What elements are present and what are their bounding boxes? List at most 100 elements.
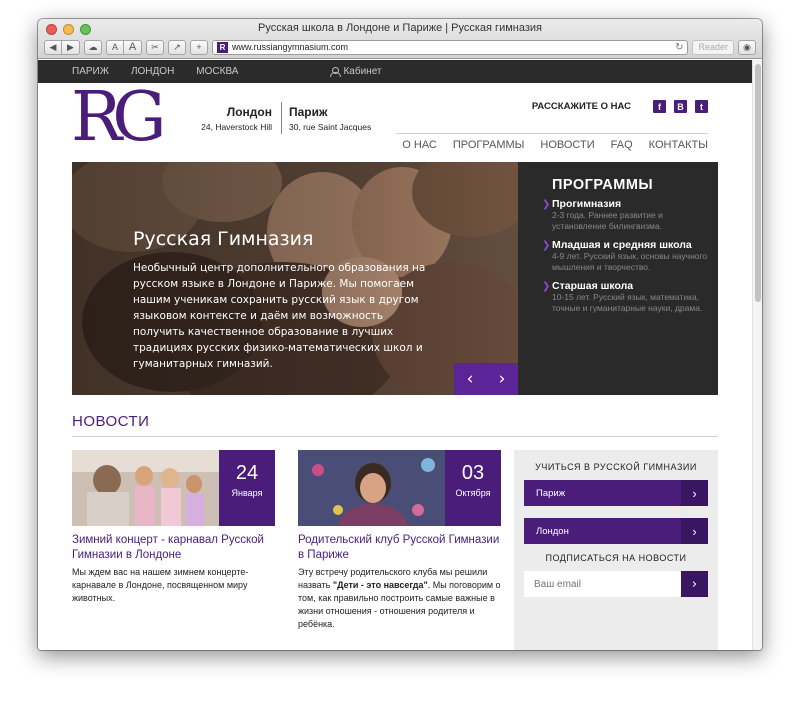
cabinet-label: Кабинет (343, 66, 382, 77)
cabinet-link[interactable]: Кабинет (330, 66, 382, 77)
study-heading: УЧИТЬСЯ В РУССКОЙ ГИМНАЗИИ (535, 462, 697, 472)
news-text: Мы ждем вас на нашем зимнем концерте-кар… (72, 567, 249, 603)
desktop: Русская школа в Лондоне и Париже | Русск… (0, 0, 800, 704)
news-text: Эту встречу родительского клуба мы решил… (298, 566, 501, 631)
city-link-paris[interactable]: ПАРИЖ (72, 66, 109, 77)
text-larger-button[interactable]: A (124, 39, 142, 55)
news-month: Октября (455, 488, 491, 498)
slider-controls: ‹ › (454, 363, 518, 395)
browser-toolbar: ◀ ▶ ☁ A A ✂ ↗ + R www.russiangymnasium.c… (44, 39, 756, 55)
news-day: 03 (461, 462, 485, 484)
address-divider (281, 102, 282, 134)
main-nav: О НАС ПРОГРАММЫ НОВОСТИ FAQ КОНТАКТЫ (396, 133, 708, 151)
news-text-bold: "Дети - это навсегда" (332, 580, 428, 590)
downloads-button[interactable]: ◉ (738, 39, 756, 55)
facebook-icon[interactable]: f (653, 100, 666, 113)
nav-contacts[interactable]: КОНТАКТЫ (649, 139, 708, 151)
program-item[interactable]: ❯ Прогимназия 2-3 года. Раннее развитие … (542, 198, 718, 232)
paris-street: 30, rue Saint Jacques (289, 122, 372, 132)
study-london-label: Лондон (536, 525, 569, 537)
address-bar[interactable]: R www.russiangymnasium.com ↻ (212, 39, 689, 55)
news-heading: НОВОСТИ (72, 413, 150, 430)
browser-chrome: Русская школа в Лондоне и Париже | Русск… (38, 19, 762, 59)
study-paris-label: Париж (536, 487, 566, 499)
user-icon (330, 66, 342, 77)
page-scrollbar[interactable] (752, 60, 762, 650)
program-title: Старшая школа (552, 280, 634, 292)
nav-news[interactable]: НОВОСТИ (540, 139, 594, 151)
web-page: ПАРИЖ ЛОНДОН МОСКВА Кабинет RG Лондон 24… (38, 60, 752, 650)
scrollbar-thumb[interactable] (755, 64, 761, 302)
london-street: 24, Haverstock Hill (201, 122, 272, 132)
history-buttons: ◀ ▶ (44, 39, 80, 55)
window-title: Русская школа в Лондоне и Париже | Русск… (258, 22, 542, 34)
chevron-right-icon: ❯ (542, 240, 551, 251)
share-block: РАССКАЖИТЕ О НАС f В t (532, 100, 708, 113)
site-logo[interactable]: RG (71, 84, 173, 152)
paris-address: Париж 30, rue Saint Jacques (289, 105, 371, 132)
programs-panel: ПРОГРАММЫ ❯ Прогимназия 2-3 года. Раннее… (518, 162, 718, 395)
chevron-right-icon: › (681, 518, 708, 544)
downloads-icon: ◉ (743, 41, 751, 52)
screenshot-button[interactable]: ✂ (146, 39, 164, 55)
program-desc: 4-9 лет. Русский язык, основы научного м… (552, 251, 708, 272)
cloud-icon: ☁ (88, 41, 98, 52)
news-title[interactable]: Зимний концерт - карнавал Русской Гимназ… (72, 533, 275, 563)
subscribe-heading: ПОДПИСАТЬСЯ НА НОВОСТИ (545, 553, 687, 563)
subscribe-form: › (524, 571, 708, 597)
nav-programs[interactable]: ПРОГРАММЫ (453, 139, 525, 151)
twitter-icon[interactable]: t (695, 100, 708, 113)
program-desc: 10-15 лет. Русский язык, математика, точ… (552, 292, 703, 313)
london-city: Лондон (226, 105, 272, 119)
nav-about[interactable]: О НАС (402, 139, 437, 151)
nav-faq[interactable]: FAQ (611, 139, 633, 151)
news-image: 24 Января (72, 450, 275, 526)
slider-next-button[interactable]: › (486, 363, 518, 395)
study-paris-button[interactable]: Париж › (524, 480, 708, 506)
program-desc: 2-3 года. Раннее развитие и установление… (552, 210, 663, 231)
hero-text: Необычный центр дополнительного образова… (133, 262, 426, 370)
study-london-button[interactable]: Лондон › (524, 518, 708, 544)
share-label: РАССКАЖИТЕ О НАС (531, 101, 631, 112)
news-divider (72, 436, 718, 437)
news-title[interactable]: Родительский клуб Русской Гимназии в Пар… (298, 533, 501, 563)
add-bookmark-button[interactable]: + (190, 39, 208, 55)
paris-city: Париж (289, 105, 328, 119)
share-button[interactable]: ↗ (168, 39, 186, 55)
text-smaller-button[interactable]: A (106, 39, 124, 55)
program-title: Прогимназия (552, 198, 622, 210)
forward-arrow-icon: ▶ (67, 41, 74, 52)
email-field[interactable] (524, 571, 681, 597)
news-day: 24 (235, 462, 259, 484)
program-item[interactable]: ❯ Младшая и средняя школа 4-9 лет. Русск… (542, 239, 718, 273)
text-size-buttons: A A (106, 39, 142, 55)
news-month: Января (231, 488, 263, 498)
sidebar: УЧИТЬСЯ В РУССКОЙ ГИМНАЗИИ Париж › Лондо… (514, 450, 718, 650)
share-icon: ↗ (173, 41, 181, 52)
hero-title: Русская Гимназия (133, 228, 314, 250)
news-date: 03 Октября (445, 450, 501, 526)
news-card[interactable]: 03 Октября Родительский клуб Русской Гим… (298, 450, 501, 631)
news-card[interactable]: 24 Января Зимний концерт - карнавал Русс… (72, 450, 275, 605)
reader-button[interactable]: Reader (692, 39, 734, 55)
site-header: RG Лондон 24, Haverstock Hill Париж 30, … (38, 83, 752, 162)
news-date: 24 Января (219, 450, 275, 526)
chevron-right-icon: ❯ (542, 281, 551, 292)
back-arrow-icon: ◀ (49, 41, 57, 52)
chevron-right-icon: › (681, 480, 708, 506)
program-item[interactable]: ❯ Старшая школа 10-15 лет. Русский язык,… (542, 280, 718, 314)
hero-slider: Русская Гимназия Необычный центр дополни… (72, 162, 718, 395)
slider-prev-button[interactable]: ‹ (454, 363, 486, 395)
back-button[interactable]: ◀ (44, 39, 62, 55)
city-link-london[interactable]: ЛОНДОН (131, 66, 174, 77)
program-title: Младшая и средняя школа (552, 239, 692, 251)
subscribe-button[interactable]: › (681, 571, 708, 597)
chevron-right-icon: ❯ (542, 199, 551, 210)
vkontakte-icon[interactable]: В (674, 100, 687, 113)
city-link-moscow[interactable]: МОСКВА (196, 66, 238, 77)
forward-button[interactable]: ▶ (62, 39, 80, 55)
reload-icon[interactable]: ↻ (675, 42, 683, 53)
browser-window: Русская школа в Лондоне и Париже | Русск… (38, 19, 762, 650)
url-text: www.russiangymnasium.com (232, 42, 349, 52)
icloud-button[interactable]: ☁ (84, 39, 102, 55)
